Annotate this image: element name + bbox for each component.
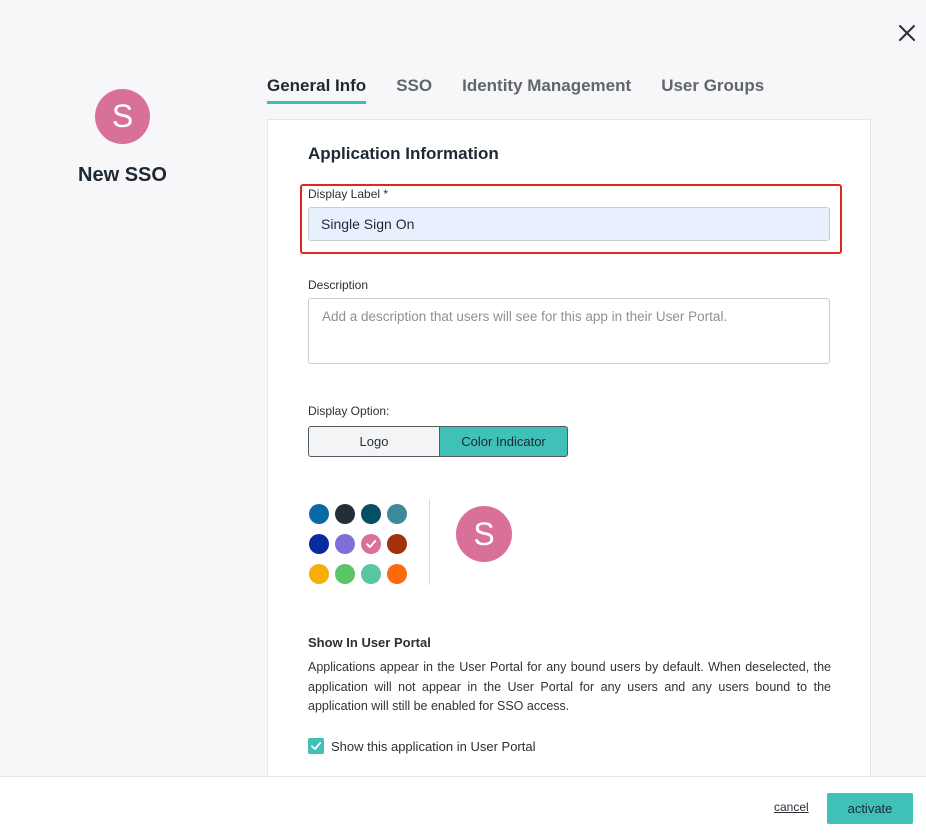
show-in-portal-checkbox[interactable] [308,738,324,754]
color-swatch-selected[interactable] [361,534,381,554]
color-swatch[interactable] [335,504,355,524]
activate-button[interactable]: activate [827,793,913,824]
description-input[interactable] [308,298,830,364]
tab-sso[interactable]: SSO [396,76,432,104]
tab-bar: General Info SSO Identity Management Use… [267,76,794,104]
footer: cancel activate [0,776,926,833]
show-in-portal-title: Show In User Portal [308,635,431,650]
check-icon [366,540,377,548]
divider [429,499,430,585]
color-swatch[interactable] [309,504,329,524]
color-swatch[interactable] [387,504,407,524]
close-button[interactable] [896,22,918,44]
color-swatch[interactable] [309,564,329,584]
color-swatch[interactable] [361,504,381,524]
color-swatch-grid [309,504,407,584]
tab-user-groups[interactable]: User Groups [661,76,764,104]
color-swatch[interactable] [387,564,407,584]
cancel-link[interactable]: cancel [774,800,809,814]
color-swatch[interactable] [309,534,329,554]
display-label-label: Display Label * [308,187,389,201]
display-option-color-button[interactable]: Color Indicator [440,426,568,457]
close-icon [899,25,915,41]
app-avatar: S [95,89,150,144]
display-option-toggle: Logo Color Indicator [308,426,568,457]
tab-identity-management[interactable]: Identity Management [462,76,631,104]
display-option-logo-button[interactable]: Logo [308,426,440,457]
tab-general-info[interactable]: General Info [267,76,367,104]
display-option-label: Display Option: [308,404,390,418]
app-summary: S New SSO [60,89,185,187]
app-name: New SSO [78,164,167,186]
color-swatch[interactable] [335,564,355,584]
show-in-portal-label: Show this application in User Portal [331,738,536,754]
display-label-input[interactable] [308,207,830,241]
show-in-portal-row: Show this application in User Portal [308,738,536,754]
color-swatch[interactable] [361,564,381,584]
color-swatch[interactable] [335,534,355,554]
section-title: Application Information [308,144,499,163]
description-label: Description [308,278,369,292]
avatar-preview: S [456,506,512,562]
general-info-card: Application Information Display Label * … [267,119,871,779]
color-swatch[interactable] [387,534,407,554]
show-in-portal-description: Applications appear in the User Portal f… [308,660,831,713]
check-icon [311,742,322,750]
